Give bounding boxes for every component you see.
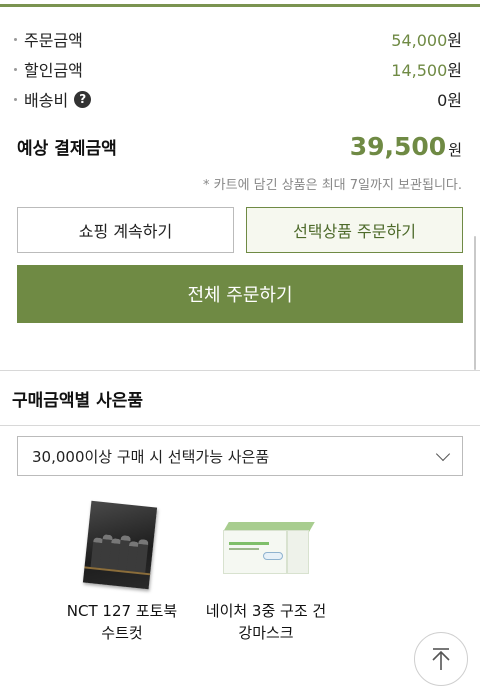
total-unit: 원 <box>448 140 462 159</box>
help-icon[interactable]: ? <box>74 90 92 108</box>
gift-item-name: 네이처 3중 구조 건 강마스크 <box>205 602 327 642</box>
gift-section-title: 구매금액별 사은품 <box>12 390 144 411</box>
cart-notice: * 카트에 담긴 상품은 최대 7일까지 보관됩니다. <box>203 178 462 193</box>
total-row: 예상 결제금액 39,500 원 <box>17 128 462 164</box>
gift-section-header: 구매금액별 사은품 <box>0 370 480 426</box>
bullet-dot <box>14 67 17 71</box>
order-amount-unit: 원 <box>447 31 462 50</box>
discount-label: 할인금액 <box>24 61 83 80</box>
total-label: 예상 결제금액 <box>17 138 117 159</box>
bullet-dot <box>14 37 17 41</box>
order-selected-button[interactable]: 선택상품 주문하기 <box>246 207 463 253</box>
shipping-unit: 원 <box>447 91 462 110</box>
order-amount-label: 주문금액 <box>24 31 83 50</box>
continue-shopping-button[interactable]: 쇼핑 계속하기 <box>17 207 234 253</box>
order-all-button[interactable]: 전체 주문하기 <box>17 265 463 323</box>
gift-tier-select[interactable]: 30,000이상 구매 시 선택가능 사은품 <box>17 436 463 476</box>
mask-box-image[interactable] <box>211 500 321 592</box>
shipping-label: 배송비 <box>24 91 69 110</box>
gift-item-name: NCT 127 포토북 수트컷 <box>66 602 178 642</box>
gift-item[interactable]: 네이처 3중 구조 건 강마스크 <box>196 500 336 644</box>
discount-value: 14,500 <box>391 61 448 80</box>
summary-row-shipping: 배송비? 0원 <box>14 87 462 111</box>
gift-section: 구매금액별 사은품 30,000이상 구매 시 선택가능 사은품 NCT 127… <box>0 370 480 686</box>
scroll-to-top-button[interactable] <box>414 632 468 686</box>
bullet-dot <box>14 97 17 101</box>
order-amount-value: 54,000 <box>391 31 448 50</box>
summary-row-order-amount: 주문금액 54,000 원 <box>14 27 462 51</box>
summary-row-discount: 할인금액 14,500 원 <box>14 57 462 81</box>
scrollbar[interactable] <box>474 236 476 370</box>
arrow-up-icon <box>432 648 450 670</box>
total-value: 39,500 <box>349 131 447 161</box>
photobook-image[interactable] <box>67 500 177 592</box>
shipping-value: 0 <box>437 91 448 110</box>
chevron-down-icon <box>435 446 451 461</box>
gift-tier-select-value: 30,000이상 구매 시 선택가능 사은품 <box>32 447 270 466</box>
discount-unit: 원 <box>447 61 462 80</box>
top-divider <box>0 4 480 7</box>
gift-item[interactable]: NCT 127 포토북 수트컷 <box>52 500 192 644</box>
